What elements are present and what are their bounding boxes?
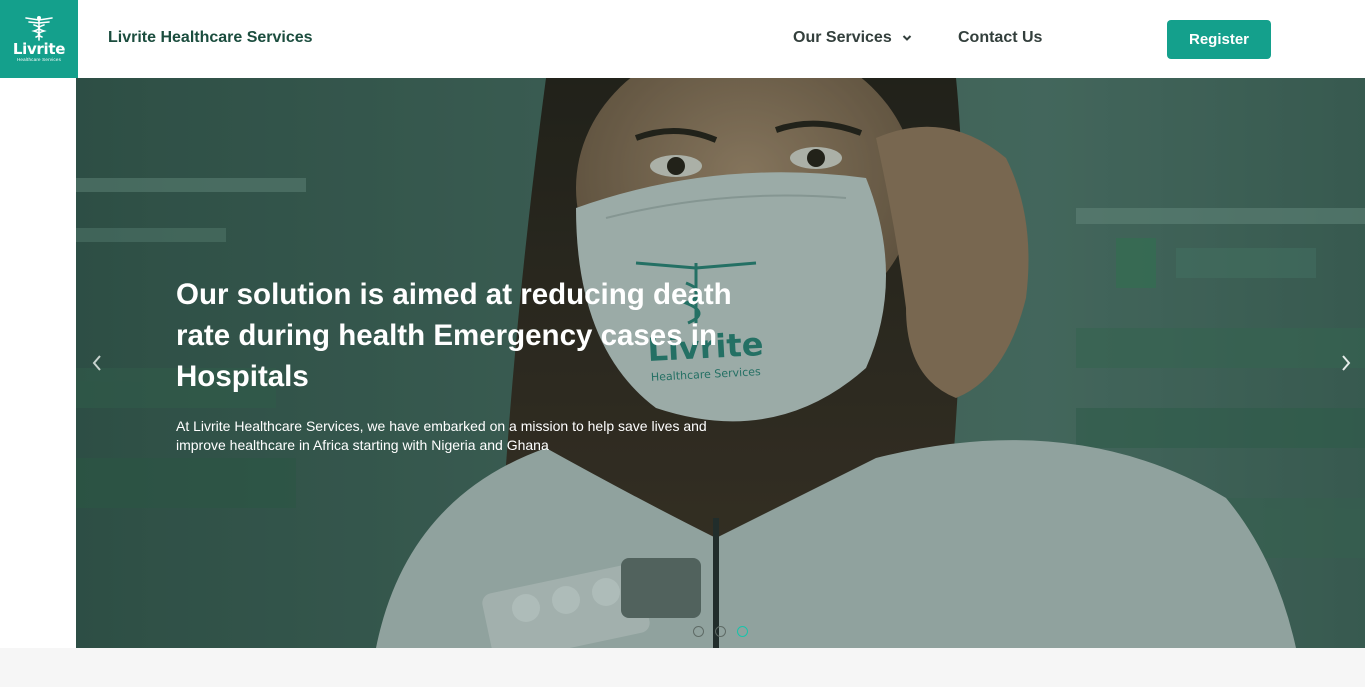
chevron-right-icon bbox=[1342, 355, 1351, 371]
chevron-left-icon bbox=[92, 355, 101, 371]
nav-our-services[interactable]: Our Services bbox=[793, 29, 912, 47]
logo-wordmark: Livrite bbox=[12, 40, 66, 58]
top-navbar: Livrite Healthcare Services Livrite Heal… bbox=[0, 0, 1365, 78]
hero-description: At Livrite Healthcare Services, we have … bbox=[176, 418, 707, 453]
chevron-down-icon bbox=[902, 29, 912, 47]
carousel-dot-1[interactable] bbox=[693, 626, 704, 637]
hero-title: Our solution is aimed at reducing death … bbox=[176, 278, 732, 393]
nav-contact-us[interactable]: Contact Us bbox=[958, 29, 1042, 47]
carousel-next-button[interactable] bbox=[1335, 352, 1357, 374]
carousel-dot-3[interactable] bbox=[737, 626, 748, 637]
nav-our-services-label: Our Services bbox=[793, 29, 892, 46]
register-button[interactable]: Register bbox=[1167, 20, 1271, 59]
logo-subtitle: Healthcare Services bbox=[16, 57, 62, 62]
carousel-prev-button[interactable] bbox=[86, 352, 108, 374]
caduceus-logo-icon bbox=[25, 16, 53, 41]
logo[interactable]: Livrite Healthcare Services bbox=[0, 0, 78, 78]
left-white-strip bbox=[0, 78, 76, 648]
page-bottom-band bbox=[0, 648, 1365, 687]
carousel-indicators bbox=[693, 626, 748, 637]
carousel-dot-2[interactable] bbox=[715, 626, 726, 637]
hero-carousel: Livrite Healthcare Services Our solution… bbox=[76, 78, 1365, 648]
brand-name[interactable]: Livrite Healthcare Services bbox=[108, 29, 313, 47]
